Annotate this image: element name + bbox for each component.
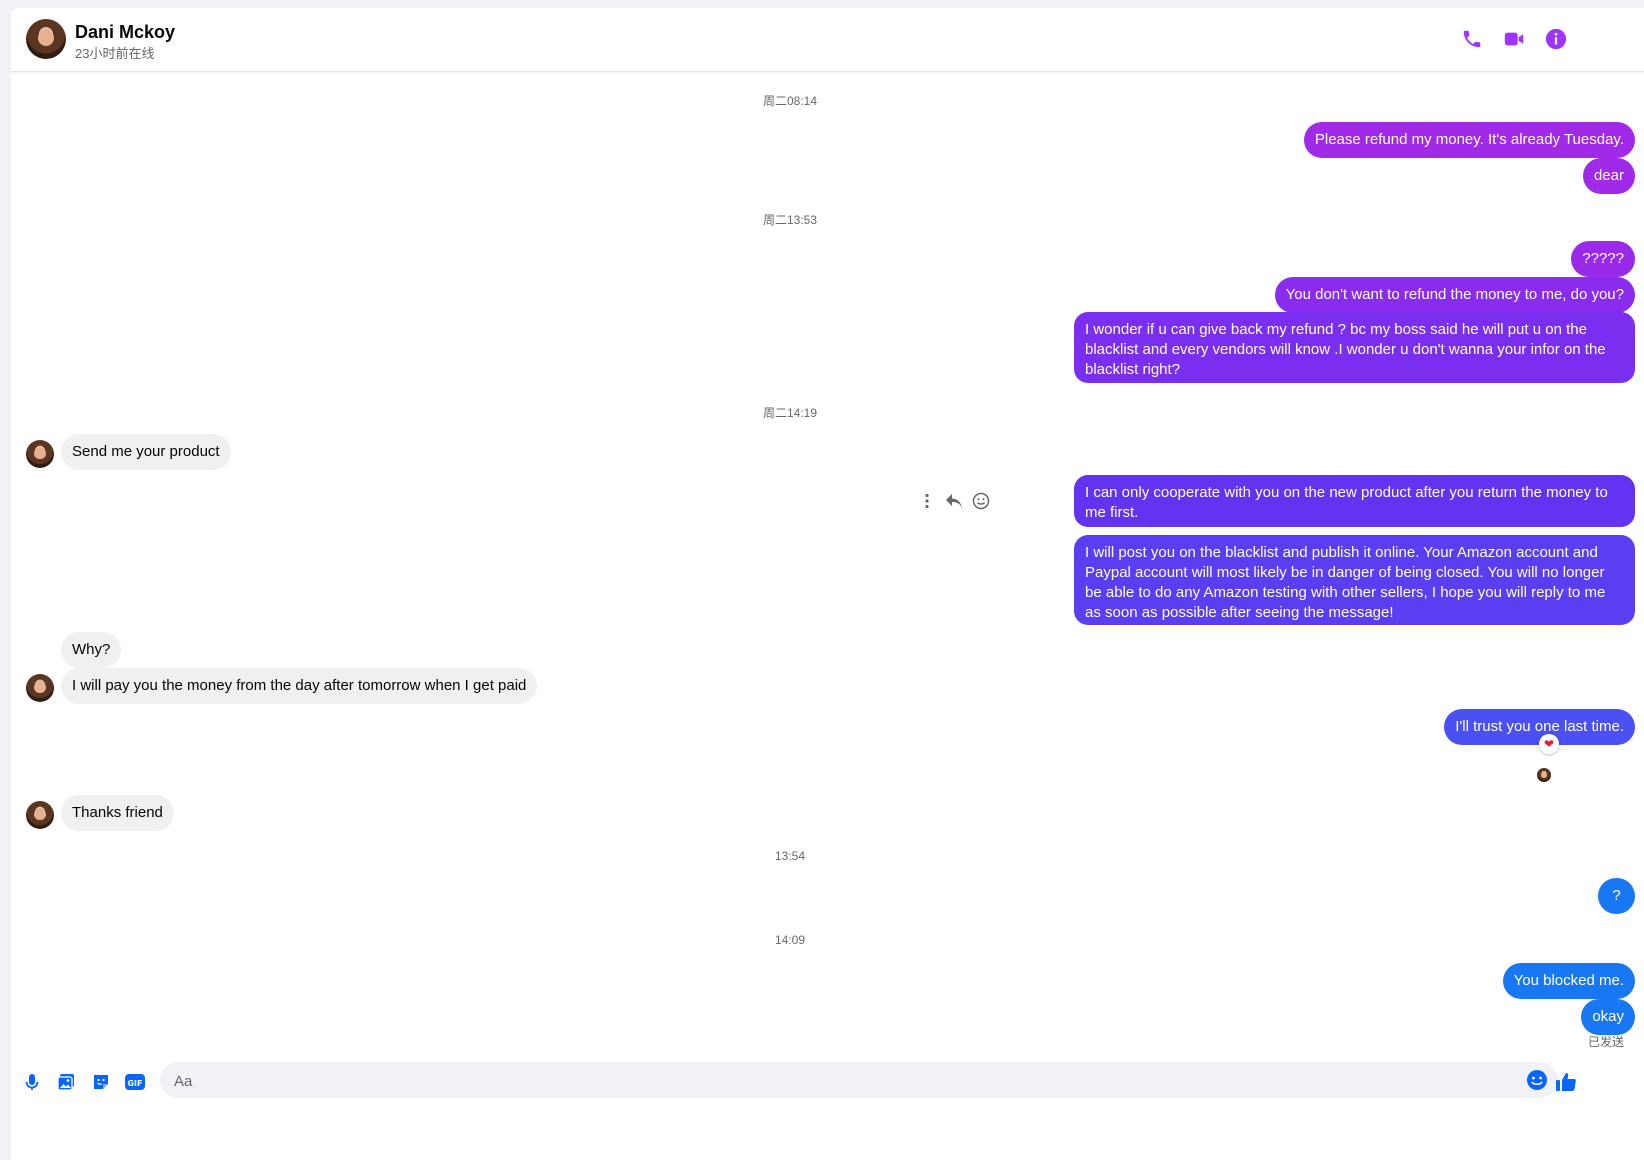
info-icon [1545, 28, 1567, 50]
emoji-button[interactable] [1526, 1069, 1548, 1091]
incoming-message[interactable]: Thanks friend [61, 795, 174, 831]
contact-name[interactable]: Dani Mckoy [75, 22, 175, 43]
timestamp: 周二08:14 [762, 94, 818, 108]
outgoing-message[interactable]: ????? [1571, 241, 1635, 277]
outgoing-message[interactable]: dear [1582, 158, 1635, 194]
contact-avatar-small[interactable] [26, 801, 54, 829]
incoming-message[interactable]: Send me your product [61, 434, 231, 470]
outgoing-message[interactable]: ? [1598, 878, 1635, 914]
emoji-icon [1527, 1070, 1547, 1090]
outgoing-message[interactable]: I wonder if u can give back my refund ? … [1074, 312, 1635, 383]
message-input-container[interactable] [160, 1062, 1558, 1100]
outgoing-message[interactable]: You blocked me. [1502, 963, 1635, 999]
react-icon[interactable] [971, 491, 991, 511]
photo-icon [57, 1074, 74, 1091]
contact-avatar-small[interactable] [26, 440, 54, 468]
heart-reaction-icon[interactable]: ❤ [1539, 734, 1559, 754]
chat-panel: Dani Mckoy 23小时前在线 周二08:14 Please refund… [11, 8, 1644, 1160]
conversation-info-button[interactable] [1543, 26, 1569, 52]
sticker-button[interactable] [87, 1068, 115, 1096]
phone-icon [1463, 30, 1481, 48]
reply-icon[interactable] [944, 491, 964, 511]
voice-clip-button[interactable] [18, 1068, 46, 1096]
like-button[interactable] [1552, 1068, 1580, 1096]
microphone-icon [25, 1074, 39, 1090]
outgoing-message[interactable]: I can only cooperate with you on the new… [1074, 475, 1635, 527]
attach-media-button[interactable] [52, 1068, 80, 1096]
incoming-message[interactable]: Why? [61, 632, 122, 668]
contact-status: 23小时前在线 [75, 46, 155, 61]
message-composer: GIF [11, 1052, 1644, 1112]
gif-button[interactable]: GIF [121, 1068, 149, 1096]
contact-avatar-small[interactable] [26, 674, 54, 702]
voice-call-button[interactable] [1459, 26, 1485, 52]
video-call-button[interactable] [1501, 26, 1527, 52]
timestamp: 13:54 [774, 849, 806, 863]
message-input[interactable] [172, 1062, 1516, 1100]
timestamp: 14:09 [774, 933, 806, 947]
outgoing-message[interactable]: You don't want to refund the money to me… [1274, 277, 1635, 313]
sent-status: 已发送 [1587, 1035, 1624, 1049]
more-options-icon[interactable] [917, 491, 937, 511]
sticker-icon [94, 1075, 108, 1089]
contact-avatar[interactable] [26, 19, 66, 59]
conversation-header: Dani Mckoy 23小时前在线 [11, 8, 1644, 72]
outgoing-message[interactable]: okay [1581, 999, 1635, 1035]
gif-icon: GIF [125, 1074, 145, 1090]
timestamp: 周二14:19 [762, 406, 818, 420]
thumbs-up-icon [1556, 1073, 1576, 1091]
incoming-message[interactable]: I will pay you the money from the day af… [61, 668, 538, 704]
outgoing-message[interactable]: Please refund my money. It's already Tue… [1303, 122, 1635, 158]
outgoing-message[interactable]: I will post you on the blacklist and pub… [1074, 535, 1635, 625]
timestamp: 周二13:53 [762, 213, 818, 227]
svg-text:GIF: GIF [127, 1079, 142, 1088]
seen-by-avatar [1537, 768, 1551, 782]
video-camera-icon [1504, 32, 1524, 46]
